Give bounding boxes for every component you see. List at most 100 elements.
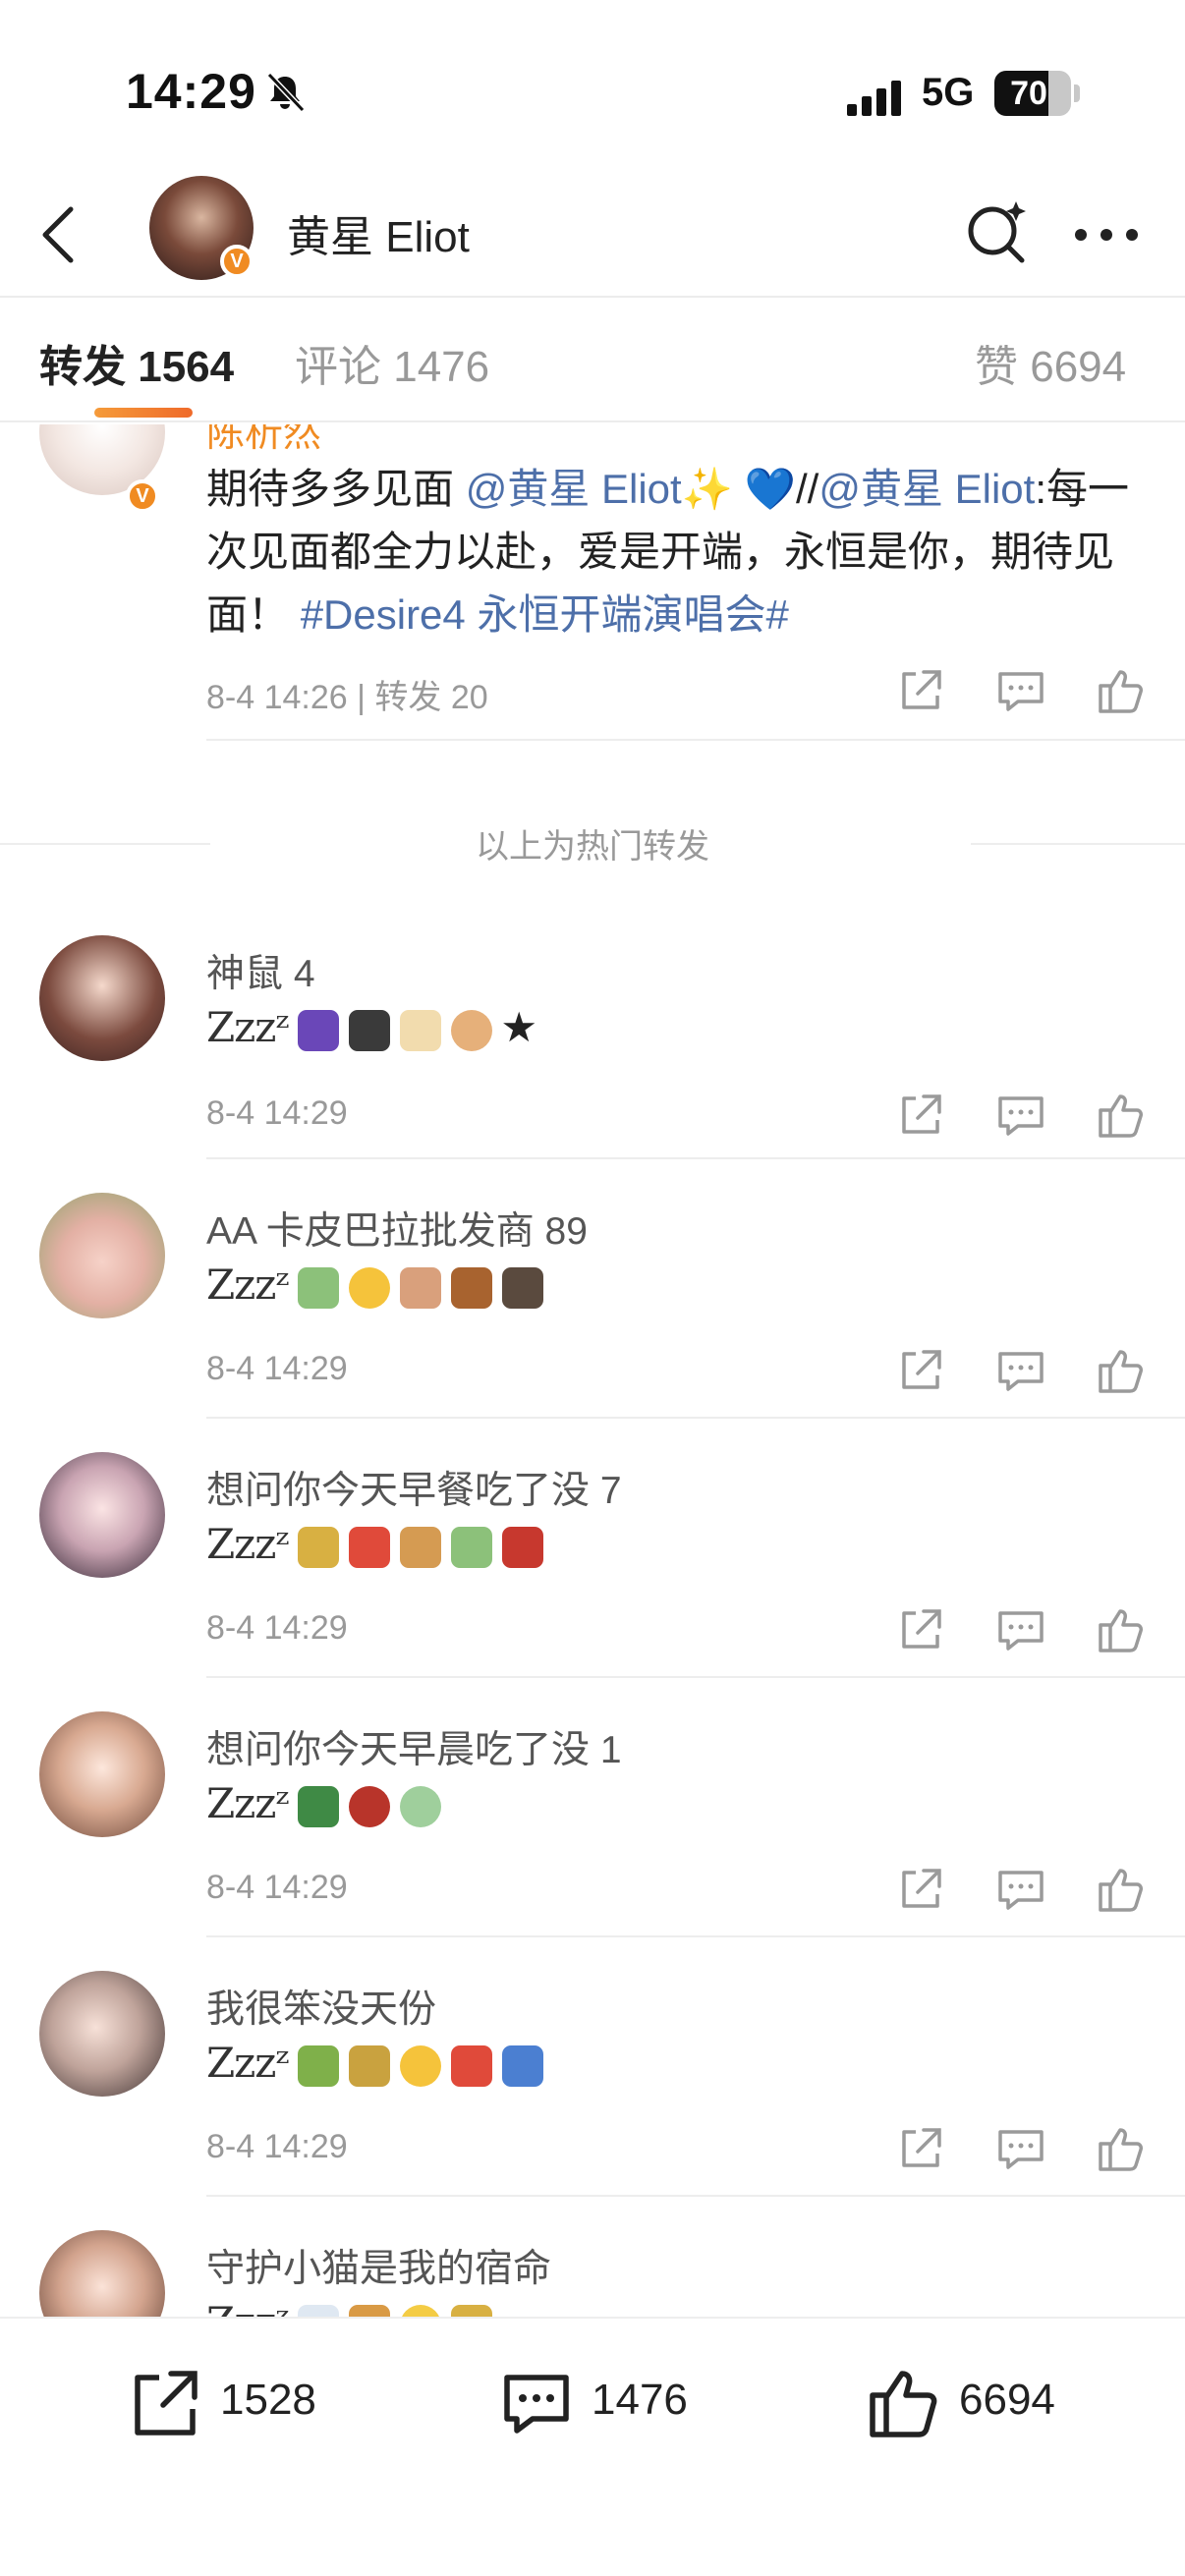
comment-icon[interactable] (994, 1603, 1047, 1656)
mention-link[interactable]: @黄星 Eliot (466, 466, 682, 512)
username[interactable]: 神鼠 4 (206, 943, 315, 998)
money-with-wings-emoji (451, 1526, 493, 1568)
repost-item[interactable]: 想问你今天早晨吃了没 1 Zzzᶻ 8-4 14:29 (0, 1678, 1185, 1937)
username[interactable]: 想问你今天早餐吃了没 7 (206, 1460, 622, 1515)
comment-icon[interactable] (994, 1863, 1047, 1916)
space-invader-emoji (298, 1009, 340, 1051)
canned-food-emoji (451, 2304, 493, 2317)
evergreen-tree-emoji (298, 1785, 340, 1827)
desktop-computer-emoji (349, 1009, 391, 1051)
repost-item[interactable]: AA 卡皮巴拉批发商 89 Zzzᶻ 8-4 14:29 (0, 1159, 1185, 1419)
repost-text: Zzzᶻ (206, 2291, 1146, 2317)
verified-badge-icon: V (220, 245, 254, 278)
zz-text: Zzzᶻ (206, 1779, 289, 1827)
text-segment: 期待多多见面 (206, 466, 455, 512)
status-time: 14:29 (126, 64, 256, 119)
post-meta: 8-4 14:26 | 转发 20 (206, 679, 488, 716)
status-bar: 14:29 5G 70 (0, 0, 1185, 172)
avatar[interactable] (39, 1711, 165, 1837)
repost-text: Zzzᶻ (206, 1254, 1146, 1316)
repost-text: Zzzᶻ (206, 1772, 1146, 1835)
item-actions (884, 1344, 1150, 1403)
username[interactable]: 想问你今天早晨吃了没 1 (206, 1719, 622, 1774)
like-icon[interactable] (1095, 664, 1148, 717)
repost-item[interactable]: V 陈析然 期待多多见面 @黄星 Eliot✨ 💙//@黄星 Eliot:每一次… (0, 424, 1185, 749)
avatar[interactable] (39, 2230, 165, 2317)
comment-icon[interactable] (994, 1089, 1047, 1142)
repost-text: Zzzᶻ ★ (206, 996, 1146, 1059)
comment-icon[interactable] (994, 1344, 1047, 1397)
chipmunk-emoji (451, 1266, 493, 1309)
bottom-action-bar: 1528 1476 6694 (0, 2317, 1185, 2576)
tab-likes[interactable]: 赞 6694 (975, 331, 1126, 394)
comment-count: 1476 (592, 2376, 688, 2424)
item-actions (884, 664, 1150, 723)
repost-item[interactable]: 想问你今天早餐吃了没 7 Zzzᶻ 8-4 14:29 (0, 1419, 1185, 1678)
repost-feed[interactable]: V 陈析然 期待多多见面 @黄星 Eliot✨ 💙//@黄星 Eliot:每一次… (0, 424, 1185, 2317)
zz-text: Zzzᶻ (206, 2039, 289, 2087)
fondue-emoji (349, 1785, 391, 1827)
avatar[interactable] (39, 935, 165, 1061)
like-icon[interactable] (1095, 1344, 1148, 1397)
comment-icon[interactable] (994, 664, 1047, 717)
zz-text: Zzzᶻ (206, 1260, 289, 1309)
search-icon[interactable] (961, 197, 1032, 268)
cup-with-straw-emoji (349, 1526, 391, 1568)
repost-item[interactable]: 我很笨没天份 Zzzᶻ 8-4 14:29 (0, 1937, 1185, 2197)
hot-separator-label: 以上为热门转发 (476, 828, 709, 866)
repost-icon (135, 2371, 198, 2436)
avatar[interactable] (39, 1193, 165, 1318)
like-button[interactable]: 6694 (865, 2356, 1100, 2444)
mention-link[interactable]: @黄星 Eliot (818, 466, 1035, 512)
sun-emoji (400, 2044, 442, 2087)
more-icon[interactable] (1071, 207, 1142, 262)
signal-icon (847, 81, 901, 116)
comment-button[interactable]: 1476 (497, 2356, 733, 2444)
like-icon[interactable] (1095, 1863, 1148, 1916)
pine-decoration-emoji (349, 2044, 391, 2087)
share-icon[interactable] (894, 1603, 947, 1656)
bell-off-icon (266, 72, 306, 113)
like-icon[interactable] (1095, 2122, 1148, 2175)
comment-icon[interactable] (994, 2122, 1047, 2175)
active-tab-indicator (94, 408, 193, 418)
avatar[interactable] (39, 1971, 165, 2097)
share-icon[interactable] (894, 2122, 947, 2175)
taco-emoji (349, 2304, 391, 2317)
repost-text: Zzzᶻ (206, 1513, 1146, 1576)
comment-icon (504, 2375, 569, 2434)
repost-text: 期待多多见面 @黄星 Eliot✨ 💙//@黄星 Eliot:每一次见面都全力以… (206, 458, 1146, 646)
username[interactable]: AA 卡皮巴拉批发商 89 (206, 1201, 588, 1256)
repost-button[interactable]: 1528 (126, 2356, 362, 2444)
tab-comments[interactable]: 评论 1476 (295, 331, 489, 394)
repost-item[interactable]: 守护小猫是我的宿命 Zzzᶻ (0, 2197, 1185, 2317)
post-time: 8-4 14:29 (206, 1094, 348, 1132)
tab-reposts[interactable]: 转发 1564 (39, 331, 234, 394)
repost-slashes: // (795, 466, 819, 512)
hot-reposts-separator: 以上为热门转发 (0, 804, 1185, 882)
username[interactable]: 陈析然 (206, 424, 321, 458)
share-icon[interactable] (894, 664, 947, 717)
like-icon (870, 2371, 937, 2437)
like-icon[interactable] (1095, 1089, 1148, 1142)
post-time: 8-4 14:29 (206, 2128, 348, 2165)
back-arrow-icon[interactable] (28, 201, 94, 268)
header: V 黄星 Eliot (0, 172, 1185, 298)
avatar[interactable] (39, 1452, 165, 1578)
cloud-emoji (298, 2304, 340, 2317)
blue-heart-emoji: 💙 (744, 466, 796, 512)
like-icon[interactable] (1095, 1603, 1148, 1656)
post-time: 8-4 14:29 (206, 1609, 348, 1647)
bus-stop-emoji (502, 2044, 544, 2087)
zz-text: Zzzᶻ (206, 1520, 289, 1568)
scarf-emoji (502, 1526, 544, 1568)
share-icon[interactable] (894, 1089, 947, 1142)
username[interactable]: 我很笨没天份 (206, 1979, 436, 2034)
repost-item[interactable]: 神鼠 4 Zzzᶻ ★ 8-4 14:29 (0, 900, 1185, 1159)
share-icon[interactable] (894, 1344, 947, 1397)
username[interactable]: 守护小猫是我的宿命 (206, 2238, 551, 2293)
tanabata-tree-emoji (298, 2044, 340, 2087)
hashtag-link[interactable]: #Desire4 永恒开端演唱会# (301, 591, 789, 638)
share-icon[interactable] (894, 1863, 947, 1916)
header-title[interactable]: 黄星 Eliot (287, 201, 470, 264)
